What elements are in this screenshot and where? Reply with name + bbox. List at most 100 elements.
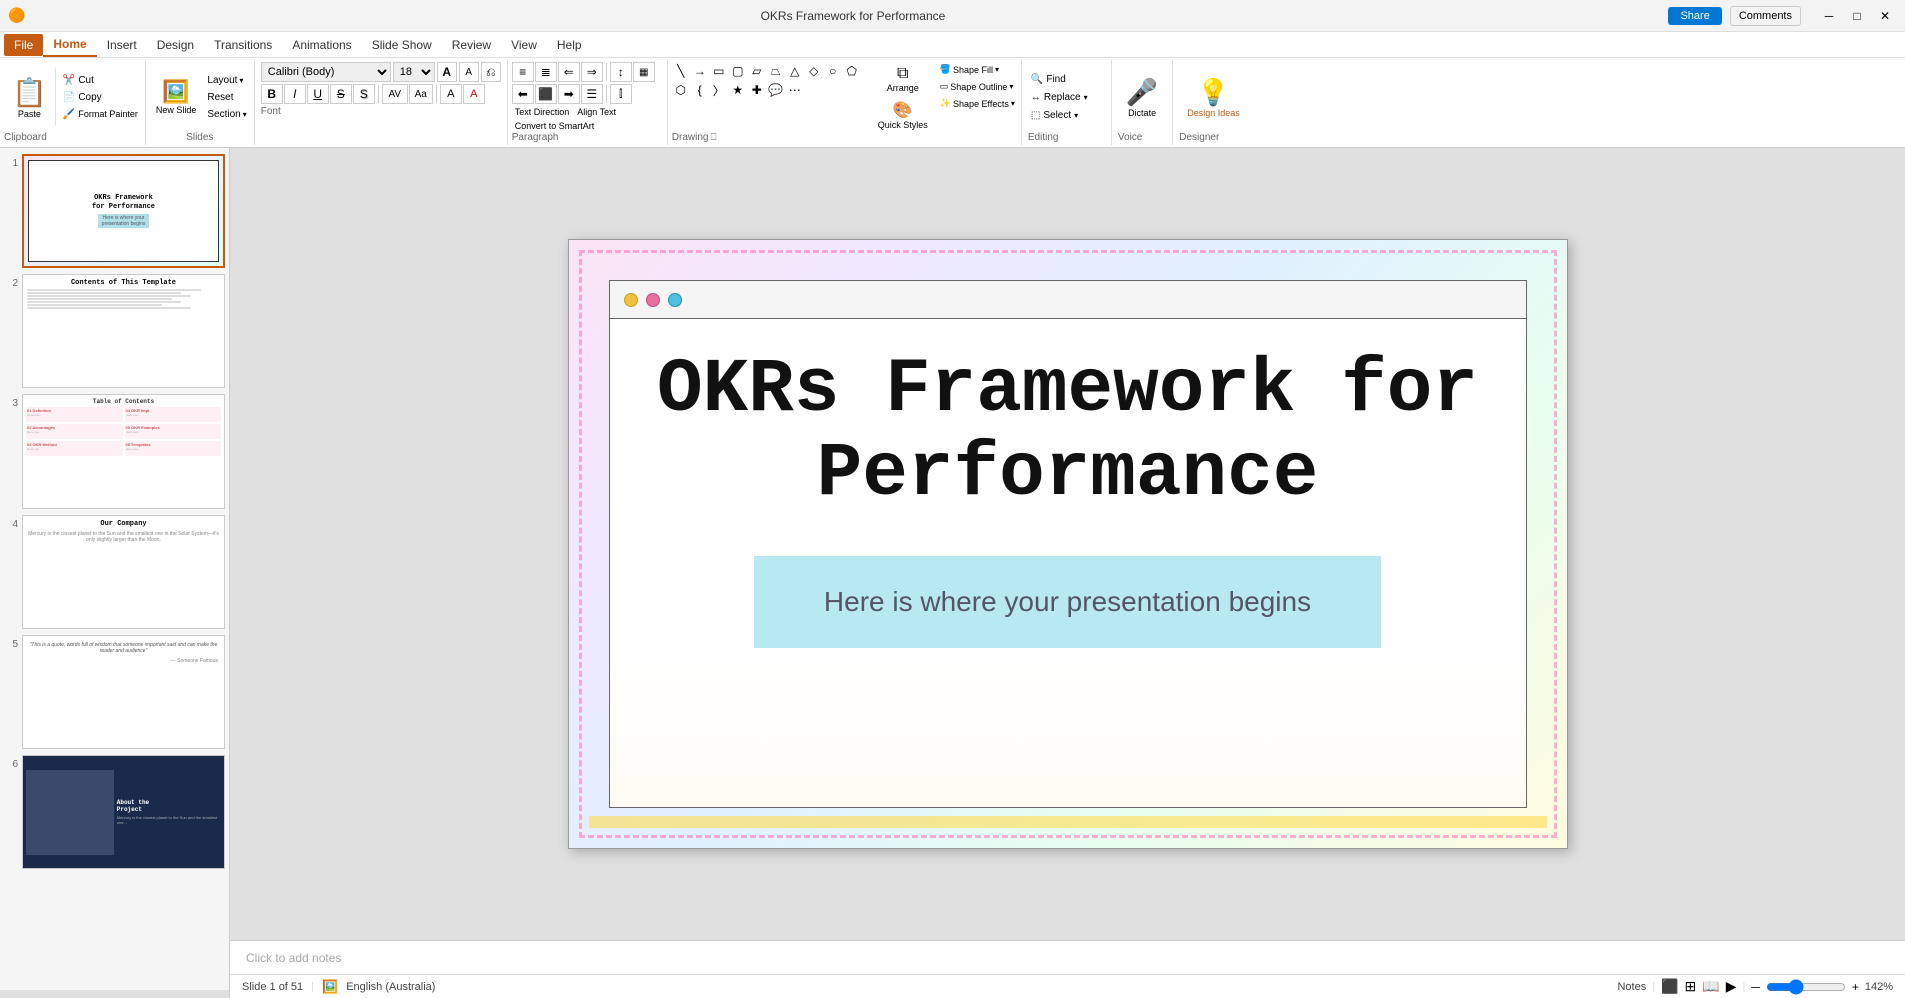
normal-view-button[interactable]: ⬛: [1661, 978, 1678, 995]
tab-help[interactable]: Help: [547, 34, 592, 56]
decrease-font-button[interactable]: A: [459, 62, 479, 82]
shape-fill-button[interactable]: 🪣 Shape Fill ▾: [938, 62, 1017, 77]
shadow-button[interactable]: S: [353, 84, 375, 104]
shape-cross[interactable]: ✚: [748, 81, 766, 99]
copy-button[interactable]: 📄 Copy: [60, 90, 141, 105]
shape-arrow[interactable]: →: [691, 62, 709, 80]
slideshow-button[interactable]: ▶: [1726, 978, 1737, 995]
shape-brace[interactable]: {: [691, 81, 709, 99]
tab-home[interactable]: Home: [43, 33, 96, 57]
paste-button[interactable]: 📋 Paste: [4, 67, 56, 127]
notes-bar[interactable]: Click to add notes: [230, 940, 1905, 974]
tab-review[interactable]: Review: [442, 34, 501, 56]
select-button[interactable]: ⬚ Select ▾: [1028, 108, 1105, 123]
arrange-button[interactable]: ⧉ Arrange: [874, 62, 932, 96]
shape-diamond[interactable]: ◇: [805, 62, 823, 80]
align-right-button[interactable]: ➡: [558, 84, 580, 104]
reading-view-button[interactable]: 📖: [1702, 978, 1719, 995]
align-center-button[interactable]: ⬛: [535, 84, 557, 104]
clear-format-button[interactable]: ⎌: [481, 62, 501, 82]
theme-button[interactable]: 🖼️: [322, 979, 338, 995]
shape-outline-button[interactable]: ▭ Shape Outline ▾: [938, 79, 1017, 94]
notes-button[interactable]: Notes: [1617, 981, 1646, 993]
tab-transitions[interactable]: Transitions: [204, 34, 282, 56]
font-family-select[interactable]: Calibri (Body): [261, 62, 391, 82]
main-slide[interactable]: OKRs Framework for Performance Here is w…: [568, 239, 1568, 849]
justify-button[interactable]: ☰: [581, 84, 603, 104]
bullets-button[interactable]: ≡: [512, 62, 534, 82]
line-spacing-button[interactable]: ↕: [610, 62, 632, 82]
font-size-select[interactable]: 18: [393, 62, 435, 82]
shape-rect[interactable]: ▭: [710, 62, 728, 80]
tab-insert[interactable]: Insert: [97, 34, 147, 56]
quick-styles-button[interactable]: 🎨 Quick Styles: [874, 98, 932, 132]
increase-font-button[interactable]: A: [437, 62, 457, 82]
shape-hexagon[interactable]: ⬡: [672, 81, 690, 99]
highlight-color-button[interactable]: A: [440, 84, 462, 104]
zoom-out-button[interactable]: ─: [1751, 980, 1760, 994]
shape-line[interactable]: ╲: [672, 62, 690, 80]
tab-view[interactable]: View: [501, 34, 547, 56]
bold-button[interactable]: B: [261, 84, 283, 104]
zoom-slider[interactable]: [1766, 980, 1846, 994]
tab-animations[interactable]: Animations: [282, 34, 361, 56]
underline-button[interactable]: U: [307, 84, 329, 104]
zoom-in-button[interactable]: +: [1852, 980, 1859, 994]
slide-subtitle-box[interactable]: Here is where your presentation begins: [754, 556, 1381, 648]
maximize-button[interactable]: □: [1845, 6, 1869, 26]
convert-smartart-button[interactable]: Convert to SmartArt: [512, 120, 598, 132]
tab-slideshow[interactable]: Slide Show: [362, 34, 442, 56]
close-button[interactable]: ✕: [1873, 6, 1897, 26]
shape-trapezoid[interactable]: ⏢: [767, 62, 785, 80]
layout-button[interactable]: Layout ▾: [204, 73, 249, 88]
numbering-button[interactable]: ≣: [535, 62, 557, 82]
replace-button[interactable]: ↔ Replace ▾: [1028, 90, 1105, 105]
slide-panel-scrollbar[interactable]: [0, 990, 229, 998]
italic-button[interactable]: I: [284, 84, 306, 104]
new-slide-button[interactable]: 🖼️ New Slide: [150, 67, 203, 127]
tab-file[interactable]: File: [4, 34, 43, 56]
shape-star[interactable]: ★: [729, 81, 747, 99]
comments-button[interactable]: Comments: [1730, 6, 1801, 26]
align-text-button[interactable]: Align Text: [574, 106, 619, 118]
dictate-button[interactable]: 🎤 Dictate: [1118, 73, 1166, 122]
case-button[interactable]: Aa: [409, 84, 433, 104]
increase-indent-button[interactable]: ⇒: [581, 62, 603, 82]
columns-button[interactable]: ▦: [633, 62, 655, 82]
find-button[interactable]: 🔍 Find: [1028, 72, 1105, 87]
slide-thumb-3[interactable]: 3 Table of Contents 01 DefinitionHere yo…: [4, 394, 225, 508]
drawing-expand-icon[interactable]: ⎕: [710, 132, 716, 143]
section-button[interactable]: Section ▾: [204, 107, 249, 122]
shape-callout[interactable]: 💬: [767, 81, 785, 99]
design-ideas-button[interactable]: 💡 Design Ideas: [1179, 73, 1248, 122]
slide-thumb-4[interactable]: 4 Our Company Mercury is the closest pla…: [4, 515, 225, 629]
slide-thumb-1[interactable]: 1 OKRs Frameworkfor Performance Here is …: [4, 154, 225, 268]
shape-round-rect[interactable]: ▢: [729, 62, 747, 80]
shape-parallelogram[interactable]: ▱: [748, 62, 766, 80]
format-painter-button[interactable]: 🖌️ Format Painter: [60, 107, 141, 122]
slide-thumb-2[interactable]: 2 Contents of This Template: [4, 274, 225, 388]
slide-thumb-5[interactable]: 5 "This is a quote, words full of wisdom…: [4, 635, 225, 749]
tab-design[interactable]: Design: [147, 34, 204, 56]
reset-button[interactable]: Reset: [204, 90, 249, 105]
minimize-button[interactable]: ─: [1817, 6, 1841, 26]
char-spacing-button[interactable]: AV: [382, 84, 408, 104]
share-button[interactable]: Share: [1668, 7, 1721, 25]
font-color-button[interactable]: A: [463, 84, 485, 104]
strikethrough-button[interactable]: S: [330, 84, 352, 104]
decrease-indent-button[interactable]: ⇐: [558, 62, 580, 82]
align-left-button[interactable]: ⬅: [512, 84, 534, 104]
cut-button[interactable]: ✂️ Cut: [60, 73, 141, 88]
shape-triangle[interactable]: △: [786, 62, 804, 80]
slide-main-title[interactable]: OKRs Framework for Performance: [650, 349, 1486, 516]
shape-chevron[interactable]: 〉: [710, 81, 728, 99]
shape-pentagon[interactable]: ⬠: [843, 62, 861, 80]
language-label[interactable]: English (Australia): [346, 981, 435, 993]
shape-more[interactable]: ⋯: [786, 81, 804, 99]
shape-effects-button[interactable]: ✨ Shape Effects ▾: [938, 96, 1017, 111]
text-direction-button[interactable]: Text Direction: [512, 106, 573, 118]
slide-thumb-6[interactable]: 6 About theProject Mercury is the closes…: [4, 755, 225, 869]
shape-circle[interactable]: ○: [824, 62, 842, 80]
slide-sorter-button[interactable]: ⊞: [1685, 978, 1697, 995]
col-spacing-button[interactable]: ⫿: [610, 84, 632, 104]
